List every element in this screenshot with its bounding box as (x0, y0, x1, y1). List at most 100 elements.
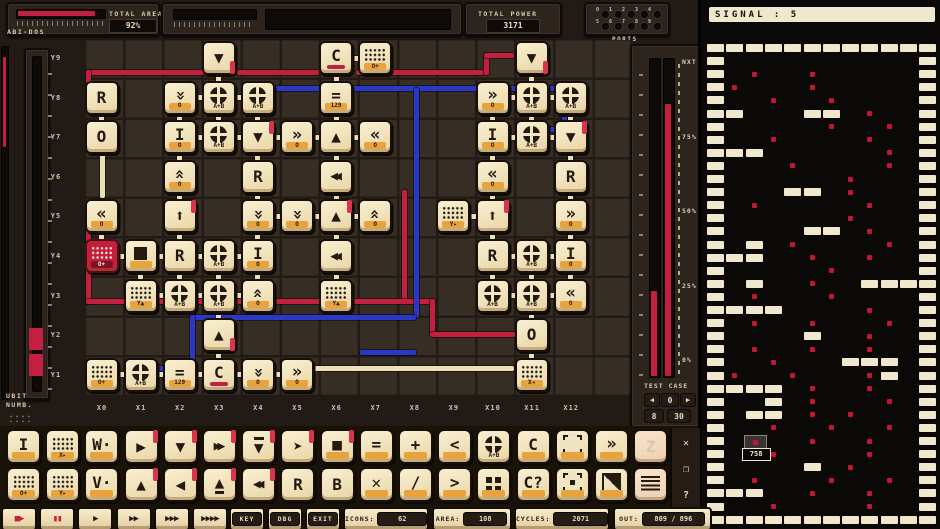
grid-tile-x3-y2[interactable]: ▲ (202, 318, 236, 352)
palette-key-r1-15[interactable] (555, 429, 590, 464)
grid-tile-x10-y5[interactable]: ⬆ (476, 199, 510, 233)
grid-tile-x4-y1[interactable]: »O (241, 358, 275, 392)
grid-tile-x4-y3[interactable]: »O (241, 279, 275, 313)
port-8[interactable] (641, 23, 648, 30)
fast-forward-2-button[interactable]: ▶▶ (116, 507, 152, 529)
grid-tile-x3-y7[interactable]: A+B (202, 120, 236, 154)
test-case-prev-button[interactable]: ◀ (644, 393, 660, 407)
port-6[interactable] (615, 23, 622, 30)
palette-key-r2-15[interactable] (555, 467, 590, 502)
port-1[interactable] (615, 11, 622, 18)
palette-key-r1-3[interactable]: W· (84, 429, 119, 464)
palette-key-r2-11[interactable]: / (398, 467, 433, 502)
test-case-next-button[interactable]: ▶ (680, 393, 696, 407)
grid-tile-x1-y4[interactable] (124, 239, 158, 273)
palette-key-r1-10[interactable]: = (359, 429, 394, 464)
port-0[interactable] (602, 11, 609, 18)
grid-tile-x12-y7[interactable]: ▼ (554, 120, 588, 154)
port-3[interactable] (641, 11, 648, 18)
palette-key-r2-8[interactable]: R (280, 467, 315, 502)
grid-tile-x11-y7[interactable]: A+B (515, 120, 549, 154)
exit-button[interactable]: EXIT (305, 507, 341, 529)
help-button[interactable]: ? (678, 488, 694, 504)
grid-tile-x7-y9[interactable]: O+ (358, 41, 392, 75)
palette-key-r2-10[interactable]: ✕ (359, 467, 394, 502)
dbg-button[interactable]: DBG (267, 507, 303, 529)
palette-key-r2-7[interactable]: ◀◀ (241, 467, 276, 502)
grid-tile-x3-y1[interactable]: C (202, 358, 236, 392)
palette-key-r2-16[interactable] (594, 467, 629, 502)
grid-tile-x0-y8[interactable]: R (85, 81, 119, 115)
palette-key-r1-9[interactable]: ■ (320, 429, 355, 464)
grid-tile-x0-y4[interactable]: O+ (85, 239, 119, 273)
grid-tile-x6-y4[interactable]: ◀◀ (319, 239, 353, 273)
grid-tile-x11-y4[interactable]: A+B (515, 239, 549, 273)
palette-key-r2-6[interactable]: ▲ (202, 467, 237, 502)
palette-key-r1-16[interactable]: » (594, 429, 629, 464)
pause-button[interactable]: ▮▮ (39, 507, 75, 529)
grid-tile-x6-y6[interactable]: ◀◀ (319, 160, 353, 194)
grid-tile-x2-y1[interactable]: =129 (163, 358, 197, 392)
grid-tile-x10-y6[interactable]: «O (476, 160, 510, 194)
grid-tile-x11-y8[interactable]: A+B (515, 81, 549, 115)
grid-tile-x10-y8[interactable]: »O (476, 81, 510, 115)
grid-tile-x12-y8[interactable]: A+B (554, 81, 588, 115)
grid-tile-x11-y9[interactable]: ▼ (515, 41, 549, 75)
grid-tile-x12-y6[interactable]: R (554, 160, 588, 194)
palette-key-r2-2[interactable]: Y▸ (45, 467, 80, 502)
grid-tile-x12-y5[interactable]: »O (554, 199, 588, 233)
grid-tile-x10-y4[interactable]: R (476, 239, 510, 273)
grid-tile-x10-y7[interactable]: IO (476, 120, 510, 154)
grid-tile-x2-y3[interactable]: A+B (163, 279, 197, 313)
grid-tile-x2-y4[interactable]: R (163, 239, 197, 273)
grid-tile-x5-y5[interactable]: »O (280, 199, 314, 233)
grid-tile-x3-y8[interactable]: A+B (202, 81, 236, 115)
palette-key-r1-1[interactable]: I (6, 429, 41, 464)
palette-key-r1-14[interactable]: C (516, 429, 551, 464)
palette-key-r1-5[interactable]: ▼ (163, 429, 198, 464)
ubit-slider-thumb[interactable] (29, 328, 43, 350)
port-9[interactable] (654, 23, 661, 30)
palette-key-r1-11[interactable]: + (398, 429, 433, 464)
key-button[interactable]: KEY (229, 507, 265, 529)
palette-key-r2-17[interactable] (633, 467, 668, 502)
grid-tile-x4-y6[interactable]: R (241, 160, 275, 194)
grid-tile-x2-y5[interactable]: ⬆ (163, 199, 197, 233)
grid-tile-x6-y7[interactable]: ▲ (319, 120, 353, 154)
grid-tile-x0-y5[interactable]: «O (85, 199, 119, 233)
port-7[interactable] (628, 23, 635, 30)
grid-tile-x4-y4[interactable]: IO (241, 239, 275, 273)
grid-tile-x5-y1[interactable]: »O (280, 358, 314, 392)
grid-tile-x6-y8[interactable]: =129 (319, 81, 353, 115)
palette-key-r1-17[interactable]: Z (633, 429, 668, 464)
port-4[interactable] (654, 11, 661, 18)
grid-tile-x11-y3[interactable]: A+B (515, 279, 549, 313)
palette-key-r1-7[interactable]: ▼ (241, 429, 276, 464)
palette-key-r1-8[interactable]: ➤ (280, 429, 315, 464)
play-button[interactable]: ▶ (77, 507, 113, 529)
frame-button[interactable]: ❐ (678, 462, 694, 478)
grid-tile-x6-y5[interactable]: ▲ (319, 199, 353, 233)
grid-tile-x4-y8[interactable]: A+B (241, 81, 275, 115)
grid-tile-x3-y4[interactable]: A+B (202, 239, 236, 273)
palette-key-r2-9[interactable]: B (320, 467, 355, 502)
palette-key-r1-13[interactable]: A+B (476, 429, 511, 464)
grid-tile-x3-y9[interactable]: ▼ (202, 41, 236, 75)
grid-tile-x11-y2[interactable]: O (515, 318, 549, 352)
palette-key-r2-5[interactable]: ◀ (163, 467, 198, 502)
program-field[interactable] (265, 9, 451, 30)
mini-slider-track[interactable] (173, 9, 257, 20)
grid-tile-x5-y7[interactable]: »O (280, 120, 314, 154)
grid-tile-x2-y8[interactable]: »O (163, 81, 197, 115)
port-5[interactable] (602, 23, 609, 30)
grid-tile-x0-y7[interactable]: O (85, 120, 119, 154)
ubit-slider-thumb2[interactable] (29, 354, 43, 376)
palette-key-r2-3[interactable]: V· (84, 467, 119, 502)
palette-key-r1-2[interactable]: X▸ (45, 429, 80, 464)
grid-tile-x12-y4[interactable]: IO (554, 239, 588, 273)
grid-tile-x4-y7[interactable]: ▼ (241, 120, 275, 154)
fast-forward-4-button[interactable]: ▶▶▶▶ (192, 507, 228, 529)
palette-key-r1-12[interactable]: < (437, 429, 472, 464)
port-2[interactable] (628, 11, 635, 18)
palette-key-r2-13[interactable] (476, 467, 511, 502)
